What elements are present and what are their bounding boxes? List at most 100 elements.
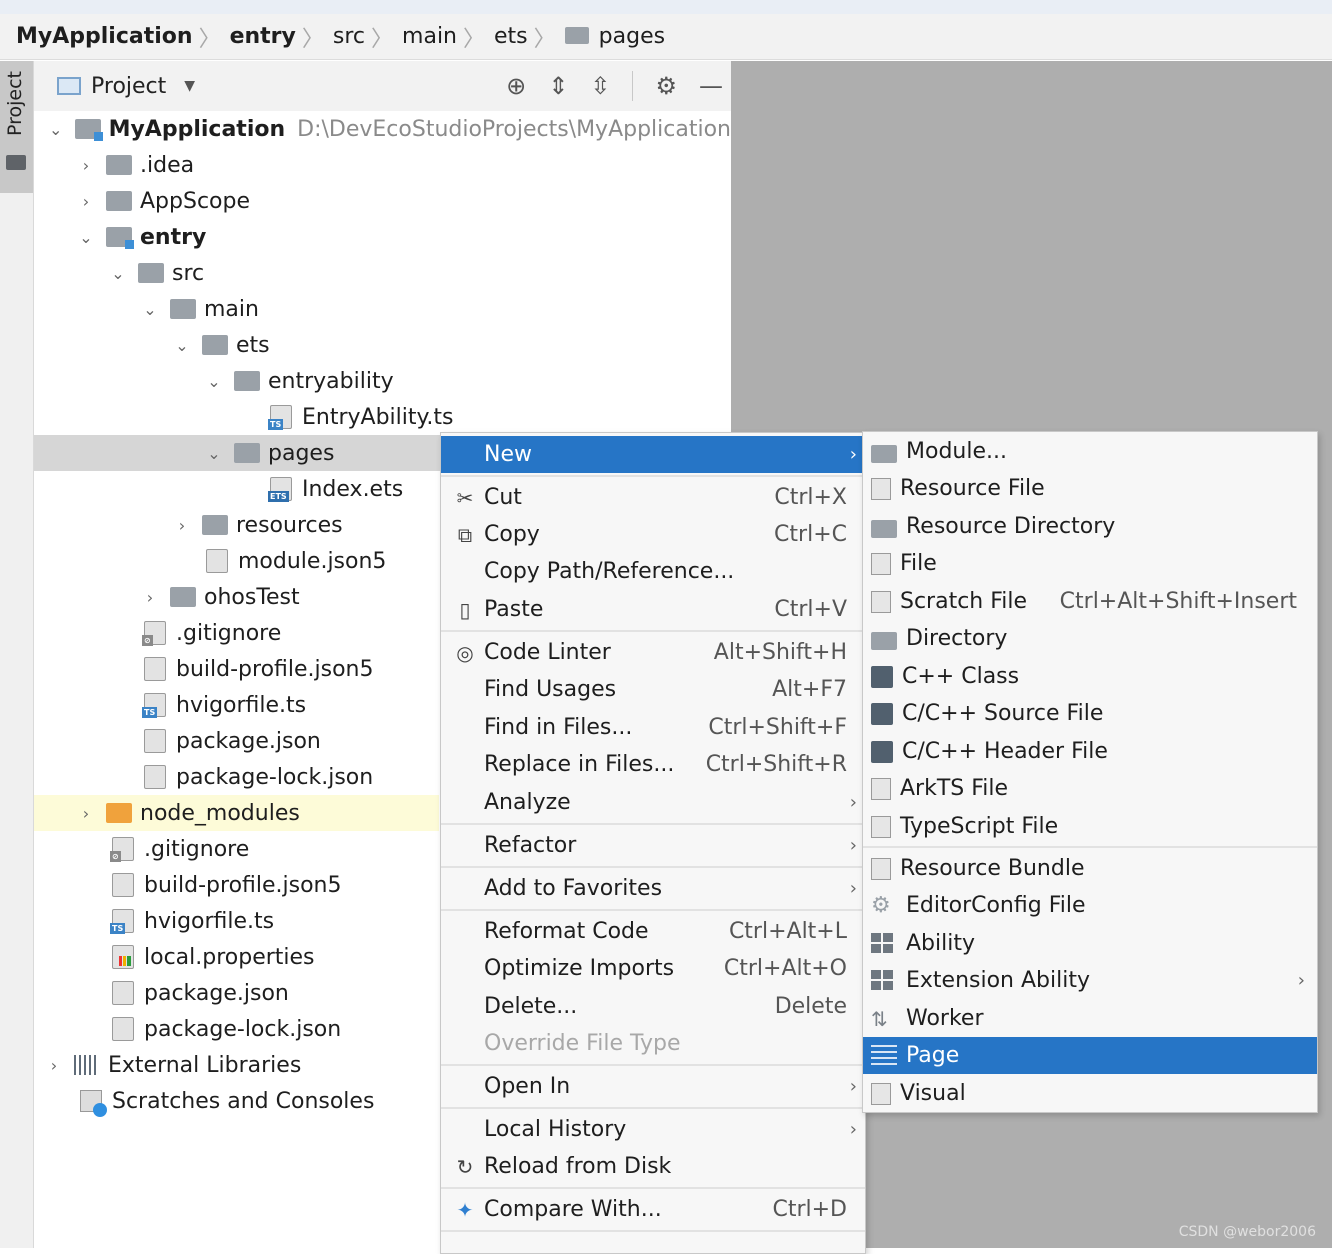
menu-item-optimize-imports[interactable]: Optimize Imports Ctrl+Alt+O [441, 950, 865, 987]
dropdown-arrow-icon[interactable]: ▼ [184, 78, 195, 94]
tree-item-ets[interactable]: ⌄ ets [34, 327, 269, 363]
project-tool-tab[interactable]: Project [0, 61, 33, 193]
menu-item-open-in[interactable]: Open In › [441, 1068, 865, 1105]
folder-icon [138, 263, 164, 283]
tree-item-scratches[interactable]: Scratches and Consoles [34, 1083, 374, 1119]
menu-item-find-in-files[interactable]: Find in Files... Ctrl+Shift+F [441, 709, 865, 746]
menu-item-find-usages[interactable]: Find Usages Alt+F7 [441, 671, 865, 708]
gear-icon[interactable]: ⚙ [655, 72, 677, 100]
submenu-item-resource-directory[interactable]: Resource Directory [863, 508, 1317, 545]
chevron-down-icon[interactable]: ⌄ [108, 264, 128, 283]
menu-item-refactor[interactable]: Refactor › [441, 827, 865, 864]
menu-item-replace-in-files[interactable]: Replace in Files... Ctrl+Shift+R [441, 746, 865, 783]
tree-item-gitignore[interactable]: ⊘ .gitignore [34, 831, 249, 867]
breadcrumb-item-entry[interactable]: entry 〉 [230, 21, 333, 53]
tree-item-entry-package-lock[interactable]: package-lock.json [34, 759, 373, 795]
minimize-icon[interactable]: — [699, 72, 723, 100]
collapse-all-icon[interactable]: ⇳ [590, 72, 610, 100]
menu-item-paste[interactable]: ▯ Paste Ctrl+V [441, 591, 865, 628]
submenu-item-visual[interactable]: Visual [863, 1075, 1317, 1112]
menu-item-compare-with[interactable]: ✦ Compare With... Ctrl+D [441, 1191, 865, 1228]
json-file-icon [112, 981, 134, 1005]
submenu-item-resource-bundle[interactable]: Resource Bundle [863, 850, 1317, 887]
tree-item-entry[interactable]: ⌄ entry [34, 219, 206, 255]
tree-item-entry-build-profile[interactable]: build-profile.json5 [34, 651, 374, 687]
scratches-icon [80, 1090, 107, 1117]
menu-item-reload-from-disk[interactable]: ↻ Reload from Disk [441, 1148, 865, 1185]
chevron-down-icon[interactable]: ⌄ [76, 228, 96, 247]
submenu-item-resource-file[interactable]: Resource File [863, 470, 1317, 507]
submenu-item-page[interactable]: Page [863, 1037, 1317, 1074]
submenu-item-ability[interactable]: Ability [863, 925, 1317, 962]
breadcrumb-item-main[interactable]: main 〉 [402, 21, 494, 53]
breadcrumb-item-ets[interactable]: ets 〉 [494, 21, 565, 53]
chevron-right-icon[interactable]: › [44, 1056, 64, 1075]
expand-all-icon[interactable]: ⇕ [548, 72, 568, 100]
menu-item-copy[interactable]: ⧉ Copy Ctrl+C [441, 516, 865, 553]
project-tool-tab-label: Project [4, 71, 26, 137]
tree-item-main[interactable]: ⌄ main [34, 291, 259, 327]
submenu-item-extension-ability[interactable]: Extension Ability › [863, 962, 1317, 999]
chevron-right-icon[interactable]: › [172, 516, 192, 535]
tree-item-entryability[interactable]: ⌄ entryability [34, 363, 393, 399]
submenu-item-cpp-source[interactable]: C/C++ Source File [863, 695, 1317, 732]
tree-item-index-ets[interactable]: ETS Index.ets [34, 471, 403, 507]
tree-item-build-profile[interactable]: build-profile.json5 [34, 867, 342, 903]
arkts-file-icon: ETS [268, 477, 292, 502]
submenu-item-worker[interactable]: ⇅ Worker [863, 1000, 1317, 1037]
menu-item-delete[interactable]: Delete... Delete [441, 988, 865, 1025]
tree-item-appscope[interactable]: › AppScope [34, 183, 250, 219]
breadcrumb-item-pages[interactable]: pages [564, 24, 665, 49]
tree-item-ohostest[interactable]: › ohosTest [34, 579, 300, 615]
submenu-item-cpp-header[interactable]: C/C++ Header File [863, 733, 1317, 770]
resource-bundle-icon [871, 857, 891, 880]
toolbar-divider [632, 71, 634, 101]
chevron-right-icon: › [849, 444, 857, 465]
folder-icon [170, 587, 196, 607]
breadcrumb-item-src[interactable]: src 〉 [333, 21, 402, 53]
submenu-item-module[interactable]: Module... [863, 433, 1317, 470]
tree-item-root[interactable]: ⌄ MyApplication D:\DevEcoStudioProjects\… [34, 111, 731, 147]
chevron-right-icon[interactable]: › [76, 804, 96, 823]
menu-item-copy-path[interactable]: Copy Path/Reference... [441, 553, 865, 590]
tree-item-local-properties[interactable]: local.properties [34, 939, 315, 975]
menu-item-code-linter[interactable]: ◎ Code Linter Alt+Shift+H [441, 634, 865, 671]
tree-item-hvigorfile[interactable]: TS hvigorfile.ts [34, 903, 274, 939]
menu-item-local-history[interactable]: Local History › [441, 1111, 865, 1148]
submenu-item-cpp-class[interactable]: C++ Class [863, 658, 1317, 695]
chevron-right-icon[interactable]: › [76, 192, 96, 211]
chevron-down-icon[interactable]: ⌄ [204, 372, 224, 391]
submenu-item-file[interactable]: File [863, 545, 1317, 582]
menu-item-analyze[interactable]: Analyze › [441, 784, 865, 821]
submenu-item-arkts-file[interactable]: ArkTS File [863, 770, 1317, 807]
submenu-item-directory[interactable]: Directory [863, 620, 1317, 657]
chevron-right-icon[interactable]: › [76, 156, 96, 175]
menu-item-reformat-code[interactable]: Reformat Code Ctrl+Alt+L [441, 913, 865, 950]
chevron-right-icon[interactable]: › [140, 588, 160, 607]
tree-item-entry-gitignore[interactable]: ⊘ .gitignore [34, 615, 281, 651]
tree-item-external-libraries[interactable]: › External Libraries [34, 1047, 302, 1083]
tree-item-package-json[interactable]: package.json [34, 975, 289, 1011]
tree-item-entry-hvigorfile[interactable]: TS hvigorfile.ts [34, 687, 306, 723]
menu-item-new[interactable]: New › [441, 436, 865, 473]
chevron-down-icon[interactable]: ⌄ [140, 300, 160, 319]
menu-item-add-to-favorites[interactable]: Add to Favorites › [441, 870, 865, 907]
menu-item-cut[interactable]: ✂ Cut Ctrl+X [441, 479, 865, 516]
tree-item-package-lock[interactable]: package-lock.json [34, 1011, 341, 1047]
project-view-selector[interactable]: Project [91, 74, 166, 99]
chevron-down-icon[interactable]: ⌄ [46, 120, 65, 139]
chevron-down-icon[interactable]: ⌄ [172, 336, 192, 355]
breadcrumb-item-myapplication[interactable]: MyApplication 〉 [16, 21, 230, 53]
tree-item-node-modules[interactable]: › node_modules [34, 795, 439, 831]
tree-item-entry-package-json[interactable]: package.json [34, 723, 321, 759]
submenu-item-scratch-file[interactable]: Scratch File Ctrl+Alt+Shift+Insert [863, 583, 1317, 620]
tree-item-module-json5[interactable]: module.json5 [34, 543, 386, 579]
submenu-item-typescript-file[interactable]: TypeScript File [863, 808, 1317, 845]
locate-icon[interactable]: ⊕ [506, 72, 526, 100]
tree-item-resources[interactable]: › resources [34, 507, 343, 543]
submenu-item-editorconfig[interactable]: ⚙ EditorConfig File [863, 887, 1317, 924]
chevron-down-icon[interactable]: ⌄ [204, 444, 224, 463]
tree-item-src[interactable]: ⌄ src [34, 255, 204, 291]
tree-item-entryability-ts[interactable]: TS EntryAbility.ts [34, 399, 453, 435]
tree-item-idea[interactable]: › .idea [34, 147, 194, 183]
